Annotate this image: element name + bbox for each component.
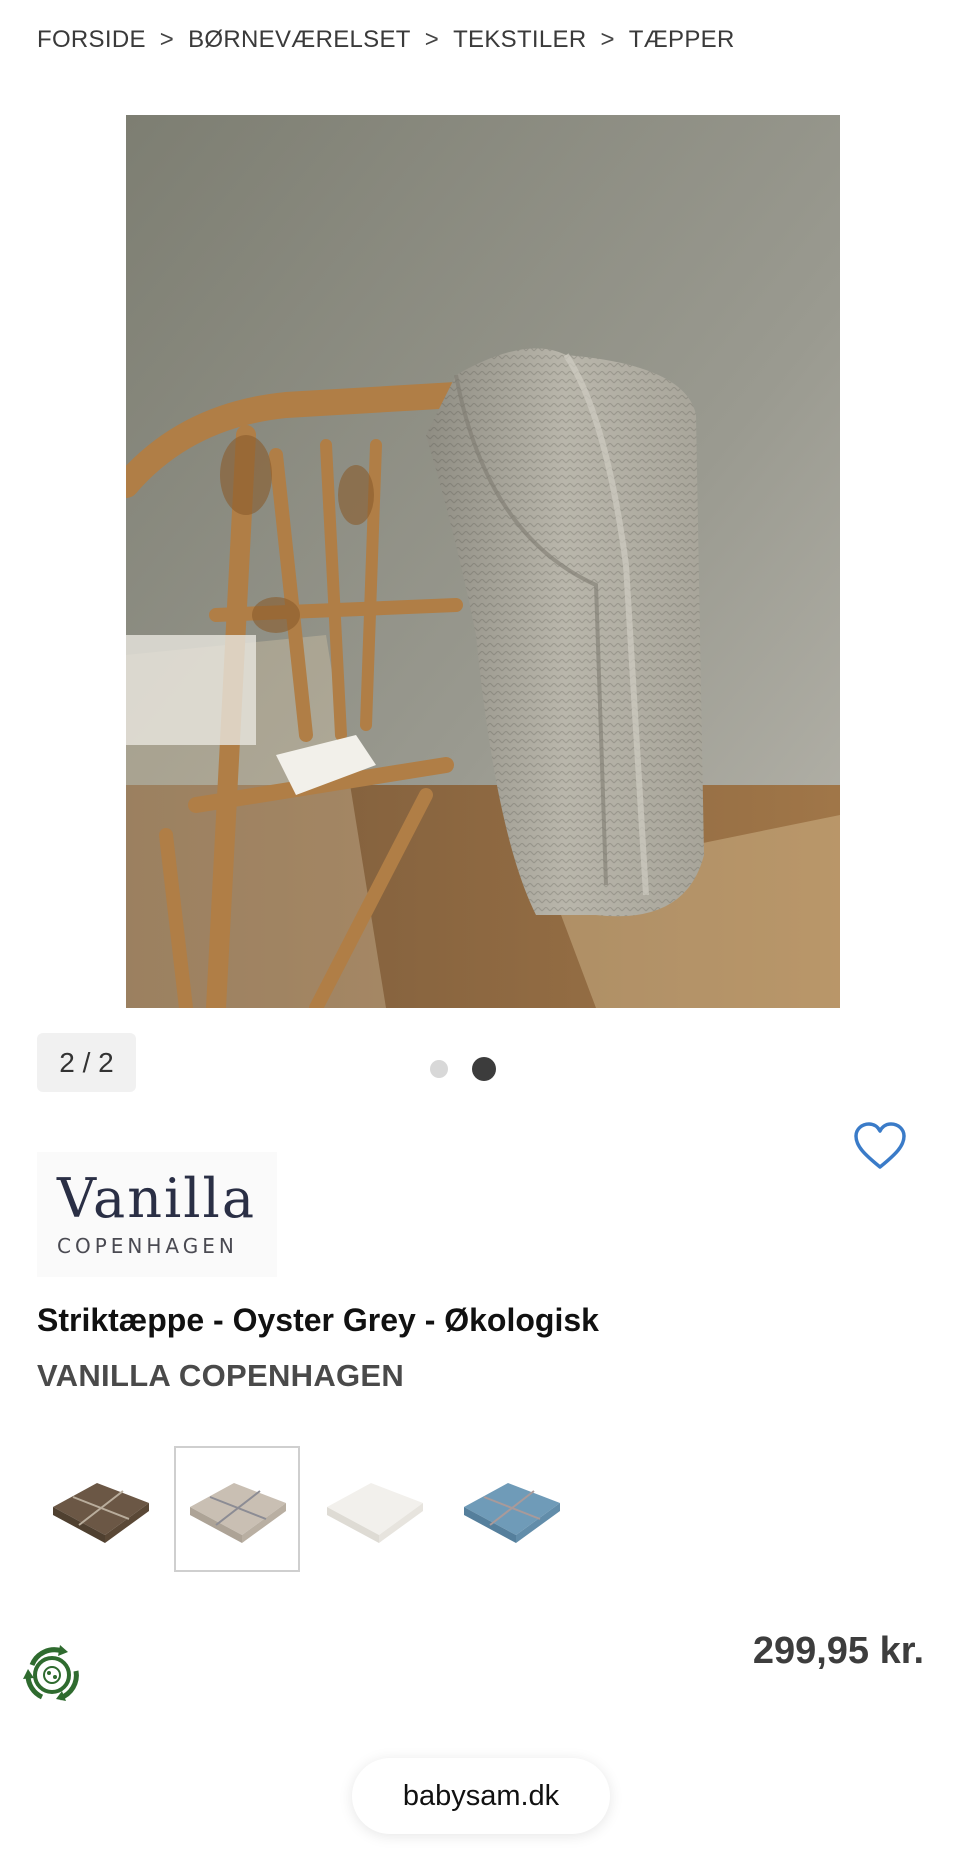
brand-name-link[interactable]: VANILLA COPENHAGEN [37, 1358, 404, 1394]
gallery-dot-active[interactable] [472, 1057, 496, 1081]
breadcrumb-item-tekstiler[interactable]: TEKSTILER [453, 26, 586, 54]
folded-blanket-image [53, 1483, 149, 1543]
breadcrumb: FORSIDE > BØRNEVÆRELSET > TEKSTILER > TÆ… [37, 26, 735, 54]
heart-outline-icon [854, 1122, 906, 1169]
breadcrumb-separator: > [600, 26, 615, 53]
folded-blanket-image [327, 1483, 423, 1543]
brand-logo-script: Vanilla [57, 1166, 257, 1230]
variant-swatch-brown[interactable] [37, 1446, 163, 1572]
brand-logo[interactable]: Vanilla COPENHAGEN [37, 1152, 277, 1277]
product-image[interactable] [126, 115, 840, 1008]
browser-url-bar[interactable]: babysam.dk [352, 1758, 610, 1834]
folded-blanket-image [464, 1483, 560, 1543]
product-price: 299,95 kr. [752, 1630, 924, 1672]
breadcrumb-item-taepper[interactable]: TÆPPER [629, 26, 735, 54]
gallery-pagination [430, 1057, 496, 1081]
product-photo-blanket-on-chair [126, 115, 840, 1008]
variant-swatch-blue[interactable] [448, 1446, 574, 1572]
breadcrumb-separator: > [159, 26, 175, 53]
breadcrumb-item-forside[interactable]: FORSIDE [37, 26, 146, 54]
eco-recycle-icon[interactable] [18, 1641, 86, 1709]
folded-blanket-image [190, 1483, 286, 1543]
gallery-counter: 2 / 2 [37, 1033, 136, 1092]
gallery-dot[interactable] [430, 1060, 448, 1078]
variant-swatch-oyster-grey[interactable] [174, 1446, 300, 1572]
add-to-favorites-button[interactable] [852, 1120, 908, 1172]
product-title: Striktæppe - Oyster Grey - Økologisk [37, 1302, 599, 1338]
breadcrumb-separator: > [424, 26, 440, 53]
color-variants [37, 1446, 574, 1572]
variant-swatch-white[interactable] [311, 1446, 437, 1572]
breadcrumb-item-boernevaerelset[interactable]: BØRNEVÆRELSET [188, 26, 411, 54]
brand-logo-sub: COPENHAGEN [57, 1233, 238, 1258]
